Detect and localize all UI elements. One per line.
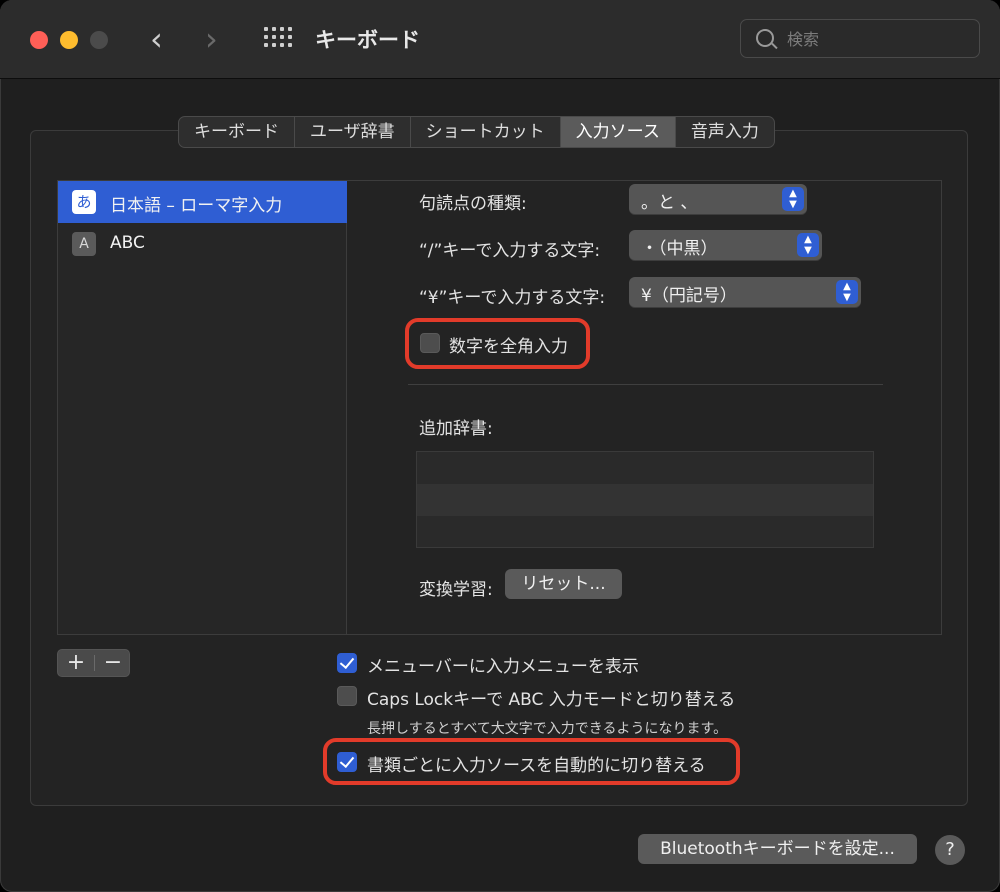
close-window-button[interactable] (30, 31, 48, 49)
caps-lock-note: 長押しするとすべて大文字で入力できるようになります。 (367, 721, 728, 737)
input-source-list: あ 日本語 – ローマ字入力 A ABC (57, 180, 347, 635)
separator (408, 384, 883, 385)
reset-learning-button[interactable]: リセット... (505, 569, 622, 599)
add-source-button[interactable]: + (58, 650, 94, 676)
tab-shortcuts[interactable]: ショートカット (411, 117, 561, 147)
list-row (417, 452, 873, 484)
menu-bar-label: メニューバーに入力メニューを表示 (367, 657, 639, 677)
conversion-learning-label: 変換学習: (419, 580, 493, 600)
additional-dictionary-label: 追加辞書: (419, 419, 493, 439)
tab-dictation[interactable]: 音声入力 (676, 117, 774, 147)
title-bar: ‹ › キーボード (0, 0, 1000, 79)
slash-key-popup[interactable]: ・（中黒） ▲ ▼ (629, 230, 822, 260)
input-source-japanese[interactable]: あ 日本語 – ローマ字入力 (58, 181, 347, 223)
hiragana-icon: あ (72, 190, 96, 214)
popup-value: 。と 、 (641, 193, 698, 213)
yen-key-label: “¥”キーで入力する文字: (419, 288, 606, 308)
bluetooth-keyboard-button[interactable]: Bluetoothキーボードを設定... (638, 834, 917, 864)
search-icon (756, 29, 774, 47)
menu-bar-checkbox[interactable] (337, 653, 357, 673)
auto-switch-label: 書類ごとに入力ソースを自動的に切り替える (367, 756, 706, 776)
updown-chevron-icon: ▲ ▼ (782, 187, 804, 211)
back-chevron-icon[interactable]: ‹ (150, 22, 163, 56)
caps-lock-label: Caps Lockキーで ABC 入力モードと切り替える (367, 690, 736, 710)
punctuation-popup[interactable]: 。と 、 ▲ ▼ (629, 184, 807, 214)
input-source-label: 日本語 – ローマ字入力 (110, 196, 283, 216)
fullwidth-numbers-label: 数字を全角入力 (449, 337, 568, 357)
search-input[interactable] (785, 26, 969, 52)
input-source-abc[interactable]: A ABC (58, 223, 347, 265)
tab-input-sources[interactable]: 入力ソース (560, 117, 676, 147)
list-row (417, 484, 873, 516)
list-row (417, 516, 873, 548)
auto-switch-checkbox[interactable] (337, 752, 357, 772)
additional-dictionary-list[interactable] (416, 451, 874, 548)
popup-value: ¥（円記号） (641, 286, 737, 306)
remove-source-button[interactable]: − (95, 650, 131, 676)
window-title: キーボード (315, 28, 420, 52)
forward-chevron-icon[interactable]: › (205, 22, 218, 56)
updown-chevron-icon: ▲ ▼ (836, 280, 858, 304)
preferences-window: ‹ › キーボード キーボード ユーザ辞書 ショートカット 入力ソース 音声入力… (0, 0, 1000, 892)
popup-value: ・（中黒） (641, 239, 718, 259)
fullwidth-numbers-checkbox[interactable] (420, 333, 440, 353)
tab-user-dictionary[interactable]: ユーザ辞書 (295, 117, 411, 147)
minimize-window-button[interactable] (60, 31, 78, 49)
tab-bar: キーボード ユーザ辞書 ショートカット 入力ソース 音声入力 (178, 116, 775, 148)
caps-lock-checkbox[interactable] (337, 686, 357, 706)
input-source-label: ABC (110, 233, 145, 253)
slash-key-label: “/”キーで入力する文字: (419, 241, 601, 261)
abc-icon: A (72, 232, 96, 256)
help-button[interactable]: ? (935, 835, 965, 865)
show-all-grid-icon[interactable] (264, 27, 292, 51)
search-field[interactable] (740, 19, 980, 58)
add-remove-control: + − (57, 649, 130, 677)
tab-keyboard[interactable]: キーボード (179, 117, 295, 147)
zoom-window-button[interactable] (90, 31, 108, 49)
yen-key-popup[interactable]: ¥（円記号） ▲ ▼ (629, 277, 861, 307)
updown-chevron-icon: ▲ ▼ (797, 233, 819, 257)
punctuation-label: 句読点の種類: (419, 194, 527, 214)
